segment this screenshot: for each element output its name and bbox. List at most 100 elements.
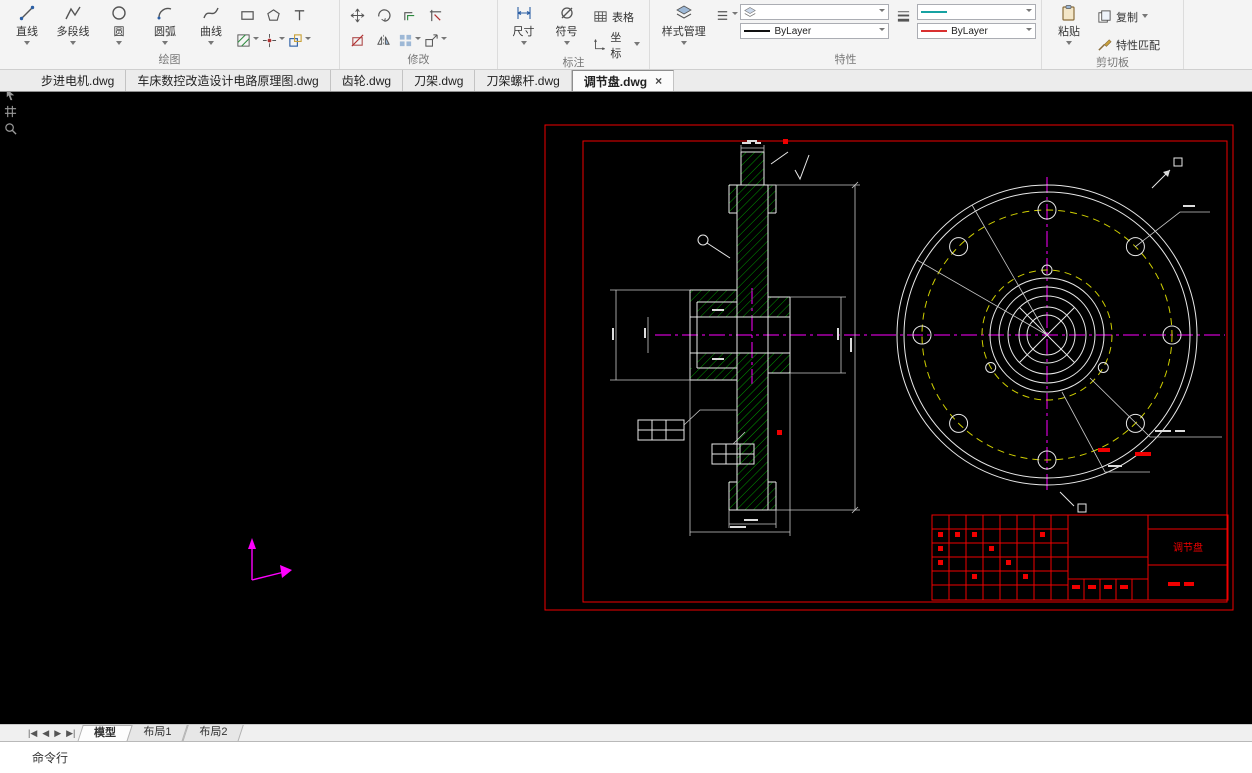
first-tab-button[interactable]: |◀ [28,728,37,739]
tab-model[interactable]: 模型 [77,724,134,742]
polyline-button-label: 多段线 [56,26,90,38]
linetype-combo[interactable]: ByLayer [917,23,1036,39]
match-properties-button[interactable]: 特性匹配 [1093,32,1164,57]
color-combo[interactable]: ByLayer [740,23,890,39]
doc-tab-gear[interactable]: 齿轮.dwg [331,70,404,91]
chevron-down-icon [70,41,76,48]
circle-button[interactable]: 圆 [97,2,141,52]
erase-button[interactable] [345,28,369,52]
lineweight-button[interactable] [891,3,915,27]
modify-tools [345,2,447,53]
ribbon-group-properties: 样式管理 ByLayer ByLayer 特性 [650,0,1042,69]
move-button[interactable] [345,3,369,27]
ribbon-group-label-modify: 修改 [407,54,430,66]
line-button[interactable]: 直线 [5,2,49,52]
layer-combo[interactable] [740,4,890,20]
clipboard-small-buttons: 复制 特性匹配 [1093,2,1164,57]
line-icon [19,5,35,21]
rectangle-button[interactable] [235,3,259,27]
trim-button[interactable] [423,3,447,27]
doc-tab-label: 车床数控改造设计电路原理图.dwg [137,74,319,88]
draw-extra-tools [235,2,311,53]
style-manager-button[interactable]: 样式管理 [655,2,712,52]
dimension-button[interactable]: 尺寸 [503,2,544,52]
rotate-icon [377,8,391,22]
section-view [610,139,880,536]
text-button[interactable] [287,3,311,27]
doc-tab-lathe-circuit[interactable]: 车床数控改造设计电路原理图.dwg [126,70,331,91]
chevron-down-icon [304,37,311,43]
tab-layout1-label: 布局1 [143,725,172,738]
symbol-icon [560,7,573,19]
document-tab-bar: 步进电机.dwg 车床数控改造设计电路原理图.dwg 齿轮.dwg 刀架.dwg… [0,70,1252,92]
hatch-button[interactable] [235,28,259,52]
symbol-button[interactable]: 符号 [546,2,587,52]
circular-view [880,157,1225,513]
symbol-button-label: 符号 [555,26,578,38]
trim-icon [429,9,441,21]
chevron-down-icon [879,28,886,34]
chevron-down-icon [24,41,30,48]
ribbon-group-label-draw: 绘图 [158,54,181,66]
tab-layout1[interactable]: 布局1 [126,724,189,742]
mirror-button[interactable] [371,28,395,52]
sheet-frame [544,124,1234,611]
offset-button[interactable] [397,3,421,27]
doc-tab-label: 刀架螺杆.dwg [486,74,560,88]
rotate-button[interactable] [371,3,395,27]
copy-button[interactable]: 复制 [1093,4,1164,29]
doc-tab-stepper-motor[interactable]: 步进电机.dwg [30,70,127,91]
chevron-down-icon [116,41,122,48]
paste-button[interactable]: 粘贴 [1047,2,1091,52]
linestyle-combo[interactable] [917,4,1036,20]
annotate-group-buttons: 尺寸 符号 表格 坐标 [498,0,649,60]
line-button-label: 直线 [16,26,38,38]
curve-button[interactable]: 曲线 [189,2,233,52]
scale-button[interactable] [423,28,447,52]
array-button[interactable] [397,28,421,52]
arc-button[interactable]: 圆弧 [143,2,187,52]
cad-application-window: 直线 多段线 圆 圆弧 曲线 绘图 修改 尺寸 符号 表格 坐标 标注 样式管理… [0,0,1252,773]
next-tab-button[interactable]: ▶ [54,728,61,739]
tab-model-label: 模型 [94,726,117,739]
chevron-down-icon [440,37,447,43]
doc-tab-label: 步进电机.dwg [41,74,115,88]
list-icon [717,10,728,20]
prev-tab-button[interactable]: ◀ [42,728,49,739]
polygon-icon [266,8,280,21]
cad-drawing: 调节盘 [248,124,1234,611]
ribbon-group-clipboard: 粘贴 复制 特性匹配 剪切板 [1042,0,1184,69]
doc-tab-tool-post-screw[interactable]: 刀架螺杆.dwg [475,70,572,91]
ribbon: 直线 多段线 圆 圆弧 曲线 绘图 修改 尺寸 符号 表格 坐标 标注 样式管理… [0,0,1252,70]
arc-button-label: 圆弧 [154,26,176,38]
title-block-marks [938,532,1194,589]
block-button[interactable] [287,28,311,52]
close-tab-icon[interactable]: × [655,75,662,87]
title-block: 调节盘 [931,514,1229,601]
paste-button-label: 粘贴 [1058,26,1080,38]
object-properties-button[interactable] [714,3,738,27]
color-combo-value: ByLayer [774,25,812,37]
doc-tab-label: 齿轮.dwg [341,74,392,88]
chevron-down-icon [414,37,421,43]
dimension-button-label: 尺寸 [512,26,535,38]
polygon-button[interactable] [261,3,285,27]
doc-tab-tool-post[interactable]: 刀架.dwg [403,70,476,91]
ribbon-group-label-annotate: 标注 [562,57,585,69]
doc-tab-adjusting-disc-active[interactable]: 调节盘.dwg × [571,70,675,91]
move-icon [350,8,364,22]
coordinate-icon [594,39,605,50]
table-button[interactable]: 表格 [589,4,644,29]
command-line[interactable]: 命令行 [0,741,1252,773]
lineweight-tool [891,2,915,53]
tab-layout2[interactable]: 布局2 [181,724,244,742]
last-tab-button[interactable]: ▶| [66,728,75,739]
coordinate-button[interactable]: 坐标 [589,32,644,60]
doc-tab-label: 调节盘.dwg [583,74,648,89]
arc-icon [157,7,172,20]
polyline-button[interactable]: 多段线 [51,2,95,52]
drawing-canvas[interactable]: 调节盘 [0,92,1252,724]
style-manager-icon [675,5,692,19]
point-button[interactable] [261,28,285,52]
command-line-label: 命令行 [32,751,69,765]
